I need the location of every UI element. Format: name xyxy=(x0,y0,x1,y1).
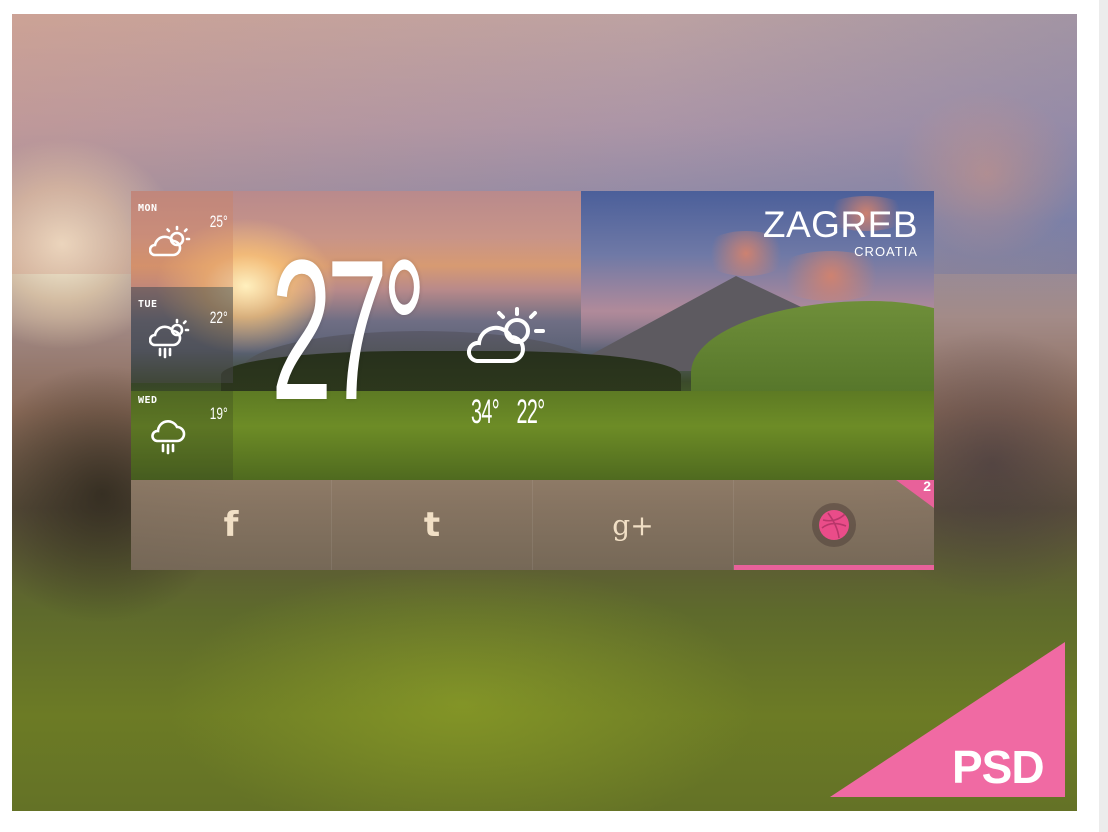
forecast-day-tue[interactable]: TUE 22° xyxy=(131,287,233,383)
active-tab-indicator xyxy=(734,565,934,570)
notification-count: 2 xyxy=(923,478,931,494)
forecast-day-temp: 25° xyxy=(209,212,228,231)
partly-sunny-icon xyxy=(148,221,193,265)
psd-label: PSD xyxy=(952,741,1045,793)
social-bar: f t g+ 2 xyxy=(131,478,934,570)
forecast-day-temp: 19° xyxy=(209,404,228,423)
rain-cloud-icon xyxy=(149,413,193,457)
googleplus-icon: g+ xyxy=(612,508,654,542)
city-name: ZAGREB xyxy=(762,204,918,245)
twitter-button[interactable]: t xyxy=(332,480,533,570)
high-low-temperatures: 34° 22° xyxy=(471,393,562,432)
weather-widget: MON 25° TUE 22° WED 19° 27° 34° 22° ZAGR… xyxy=(131,191,934,570)
landscape-photo: MON 25° TUE 22° WED 19° 27° 34° 22° ZAGR… xyxy=(131,191,934,480)
forecast-day-label: MON xyxy=(138,203,158,214)
facebook-button[interactable]: f xyxy=(131,480,332,570)
forecast-day-temp: 22° xyxy=(209,308,228,327)
facebook-icon: f xyxy=(223,505,239,545)
high-temperature: 34° xyxy=(471,393,500,431)
forecast-column: MON 25° TUE 22° WED 19° xyxy=(131,191,233,480)
dribbble-icon xyxy=(819,510,849,540)
low-temperature: 22° xyxy=(516,393,545,431)
forecast-day-label: TUE xyxy=(138,299,158,310)
twitter-icon: t xyxy=(423,505,441,545)
forecast-day-wed[interactable]: WED 19° xyxy=(131,383,233,480)
sun-rain-icon xyxy=(148,317,193,361)
location: ZAGREB CROATIA xyxy=(763,205,918,259)
notification-badge[interactable]: 2 xyxy=(896,478,934,508)
page-edge xyxy=(1099,0,1108,832)
googleplus-button[interactable]: g+ xyxy=(533,480,734,570)
forecast-day-label: WED xyxy=(138,395,158,406)
country-name: CROATIA xyxy=(854,244,918,259)
partly-sunny-icon xyxy=(463,299,553,369)
current-temperature: 27° xyxy=(271,219,426,442)
forecast-day-mon[interactable]: MON 25° xyxy=(131,191,233,287)
